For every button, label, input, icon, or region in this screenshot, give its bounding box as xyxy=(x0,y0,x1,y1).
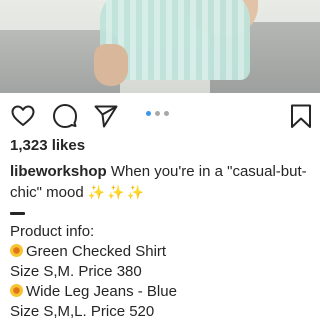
post-caption: 1,323 likes libeworkshop When you're in … xyxy=(10,136,314,322)
flower-emoji-icon xyxy=(10,284,23,297)
send-icon[interactable] xyxy=(93,103,119,129)
likes-count[interactable]: 1,323 likes xyxy=(10,136,314,156)
carousel-dot[interactable] xyxy=(155,111,160,116)
post-photo[interactable] xyxy=(0,0,320,93)
post-actions-bar xyxy=(0,93,320,135)
carousel-indicator xyxy=(146,111,169,117)
carousel-dot[interactable] xyxy=(164,111,169,116)
product-detail-1: Size S,M. Price 380 xyxy=(10,263,142,280)
carousel-dot[interactable] xyxy=(146,111,151,116)
product-name: Wide Leg Jeans - Blue xyxy=(26,283,177,300)
caption-body: libeworkshop When you're in a "casual-bu… xyxy=(10,162,314,203)
bookmark-icon[interactable] xyxy=(288,103,314,129)
hand xyxy=(94,44,128,86)
product-item-2: Wide Leg Jeans - Blue xyxy=(10,282,314,302)
divider-dash xyxy=(10,212,25,215)
flower-emoji-icon xyxy=(10,244,23,257)
product-info-heading: Product info: xyxy=(10,223,95,240)
product-item-1: Green Checked Shirt xyxy=(10,242,314,262)
username-link[interactable]: libeworkshop xyxy=(10,163,107,180)
sparkles-emoji: ✨✨✨ xyxy=(87,184,147,200)
product-name: Green Checked Shirt xyxy=(26,243,167,260)
comment-icon[interactable] xyxy=(52,103,78,129)
product-detail-2: Size S,M,L. Price 520 xyxy=(10,303,155,320)
heart-icon[interactable] xyxy=(10,103,36,129)
